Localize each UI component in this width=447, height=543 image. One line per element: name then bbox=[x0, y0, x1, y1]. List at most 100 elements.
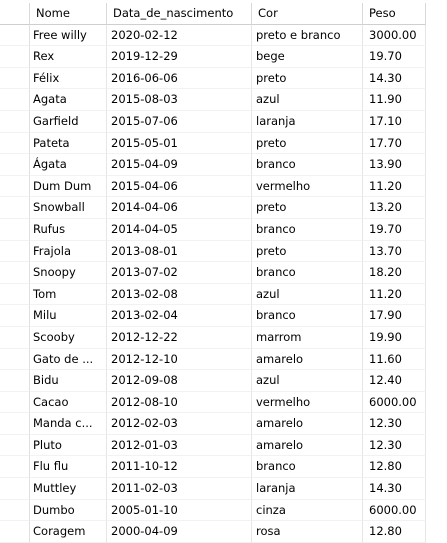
table-row[interactable]: Agata 2015-08-03 azul 11.90 bbox=[0, 89, 447, 111]
cell-peso[interactable]: 12.30 bbox=[363, 413, 426, 435]
cell-peso[interactable]: 12.40 bbox=[363, 370, 426, 392]
cell-cor[interactable]: branco bbox=[252, 218, 363, 241]
cell-data-de-nascimento[interactable]: 2013-07-02 bbox=[107, 262, 252, 284]
cell-peso[interactable]: 17.90 bbox=[363, 305, 426, 327]
cell-peso[interactable]: 18.20 bbox=[363, 262, 426, 284]
cell-nome[interactable]: Coragem bbox=[30, 521, 107, 543]
cell-nome[interactable]: Félix bbox=[30, 67, 107, 90]
cell-data-de-nascimento[interactable]: 2012-08-10 bbox=[107, 391, 252, 414]
row-selector-header[interactable] bbox=[0, 3, 30, 25]
cell-peso[interactable]: 11.20 bbox=[363, 283, 426, 306]
table-row[interactable]: Ágata 2015-04-09 branco 13.90 bbox=[0, 154, 447, 176]
cell-peso[interactable]: 12.30 bbox=[363, 434, 426, 457]
cell-peso[interactable]: 19.70 bbox=[363, 46, 426, 68]
cell-peso[interactable]: 13.90 bbox=[363, 154, 426, 176]
cell-data-de-nascimento[interactable]: 2011-02-03 bbox=[107, 478, 252, 500]
table-row[interactable]: Flu flu 2011-10-12 branco 12.80 bbox=[0, 456, 447, 479]
cell-nome[interactable]: Dum Dum bbox=[30, 175, 107, 198]
cell-peso[interactable]: 14.30 bbox=[363, 67, 426, 90]
row-selector[interactable] bbox=[0, 391, 30, 414]
row-selector[interactable] bbox=[0, 132, 30, 155]
cell-cor[interactable]: vermelho bbox=[252, 391, 363, 414]
table-row[interactable]: Scooby 2012-12-22 marrom 19.90 bbox=[0, 326, 447, 349]
cell-data-de-nascimento[interactable]: 2015-07-06 bbox=[107, 110, 252, 133]
cell-cor[interactable]: amarelo bbox=[252, 413, 363, 435]
row-selector[interactable] bbox=[0, 262, 30, 284]
cell-nome[interactable]: Pluto bbox=[30, 434, 107, 457]
table-row[interactable]: Cacao 2012-08-10 vermelho 6000.00 bbox=[0, 391, 447, 414]
cell-nome[interactable]: Garfield bbox=[30, 110, 107, 133]
table-row[interactable]: Frajola 2013-08-01 preto 13.70 bbox=[0, 240, 447, 263]
cell-nome[interactable]: Flu flu bbox=[30, 456, 107, 479]
cell-nome[interactable]: Pateta bbox=[30, 132, 107, 155]
cell-data-de-nascimento[interactable]: 2005-01-10 bbox=[107, 499, 252, 522]
table-row[interactable]: Coragem 2000-04-09 rosa 12.80 bbox=[0, 521, 447, 543]
row-selector[interactable] bbox=[0, 240, 30, 263]
cell-peso[interactable]: 13.20 bbox=[363, 197, 426, 219]
table-row[interactable]: Muttley 2011-02-03 laranja 14.30 bbox=[0, 478, 447, 500]
cell-cor[interactable]: branco bbox=[252, 305, 363, 327]
cell-cor[interactable]: preto bbox=[252, 197, 363, 219]
row-selector[interactable] bbox=[0, 521, 30, 543]
cell-cor[interactable]: amarelo bbox=[252, 348, 363, 371]
row-selector[interactable] bbox=[0, 283, 30, 306]
cell-data-de-nascimento[interactable]: 2012-12-22 bbox=[107, 326, 252, 349]
table-row[interactable]: Tom 2013-02-08 azul 11.20 bbox=[0, 283, 447, 306]
cell-data-de-nascimento[interactable]: 2013-02-08 bbox=[107, 283, 252, 306]
table-row[interactable]: Gato de ... 2012-12-10 amarelo 11.60 bbox=[0, 348, 447, 371]
cell-nome[interactable]: Muttley bbox=[30, 478, 107, 500]
row-selector[interactable] bbox=[0, 110, 30, 133]
cell-data-de-nascimento[interactable]: 2015-04-09 bbox=[107, 154, 252, 176]
row-selector[interactable] bbox=[0, 67, 30, 90]
cell-cor[interactable]: azul bbox=[252, 283, 363, 306]
row-selector[interactable] bbox=[0, 24, 30, 47]
cell-peso[interactable]: 6000.00 bbox=[363, 391, 426, 414]
cell-peso[interactable]: 14.30 bbox=[363, 478, 426, 500]
cell-cor[interactable]: laranja bbox=[252, 478, 363, 500]
cell-cor[interactable]: preto bbox=[252, 132, 363, 155]
row-selector[interactable] bbox=[0, 154, 30, 176]
row-selector[interactable] bbox=[0, 326, 30, 349]
cell-data-de-nascimento[interactable]: 2019-12-29 bbox=[107, 46, 252, 68]
cell-data-de-nascimento[interactable]: 2015-04-06 bbox=[107, 175, 252, 198]
cell-cor[interactable]: branco bbox=[252, 262, 363, 284]
cell-peso[interactable]: 12.80 bbox=[363, 521, 426, 543]
row-selector[interactable] bbox=[0, 197, 30, 219]
cell-cor[interactable]: branco bbox=[252, 154, 363, 176]
cell-nome[interactable]: Tom bbox=[30, 283, 107, 306]
cell-cor[interactable]: azul bbox=[252, 89, 363, 111]
cell-nome[interactable]: Frajola bbox=[30, 240, 107, 263]
cell-peso[interactable]: 6000.00 bbox=[363, 499, 426, 522]
table-row[interactable]: Rex 2019-12-29 bege 19.70 bbox=[0, 46, 447, 68]
cell-nome[interactable]: Gato de ... bbox=[30, 348, 107, 371]
cell-cor[interactable]: amarelo bbox=[252, 434, 363, 457]
row-selector[interactable] bbox=[0, 89, 30, 111]
table-row[interactable]: Bidu 2012-09-08 azul 12.40 bbox=[0, 370, 447, 392]
cell-data-de-nascimento[interactable]: 2014-04-05 bbox=[107, 218, 252, 241]
cell-nome[interactable]: Free willy bbox=[30, 24, 107, 47]
cell-cor[interactable]: bege bbox=[252, 46, 363, 68]
cell-data-de-nascimento[interactable]: 2013-08-01 bbox=[107, 240, 252, 263]
cell-cor[interactable]: azul bbox=[252, 370, 363, 392]
cell-nome[interactable]: Dumbo bbox=[30, 499, 107, 522]
row-selector[interactable] bbox=[0, 305, 30, 327]
cell-data-de-nascimento[interactable]: 2015-05-01 bbox=[107, 132, 252, 155]
cell-cor[interactable]: preto bbox=[252, 67, 363, 90]
row-selector[interactable] bbox=[0, 456, 30, 479]
row-selector[interactable] bbox=[0, 499, 30, 522]
cell-nome[interactable]: Rex bbox=[30, 46, 107, 68]
cell-nome[interactable]: Manda c... bbox=[30, 413, 107, 435]
table-row[interactable]: Snoopy 2013-07-02 branco 18.20 bbox=[0, 262, 447, 284]
cell-nome[interactable]: Snowball bbox=[30, 197, 107, 219]
cell-data-de-nascimento[interactable]: 2000-04-09 bbox=[107, 521, 252, 543]
cell-cor[interactable]: preto bbox=[252, 240, 363, 263]
row-selector[interactable] bbox=[0, 370, 30, 392]
column-header-nome[interactable]: Nome bbox=[30, 3, 107, 25]
cell-data-de-nascimento[interactable]: 2012-09-08 bbox=[107, 370, 252, 392]
cell-data-de-nascimento[interactable]: 2020-02-12 bbox=[107, 24, 252, 47]
cell-data-de-nascimento[interactable]: 2012-02-03 bbox=[107, 413, 252, 435]
row-selector[interactable] bbox=[0, 434, 30, 457]
cell-nome[interactable]: Agata bbox=[30, 89, 107, 111]
column-header-cor[interactable]: Cor bbox=[252, 3, 363, 25]
table-row[interactable]: Dum Dum 2015-04-06 vermelho 11.20 bbox=[0, 175, 447, 198]
